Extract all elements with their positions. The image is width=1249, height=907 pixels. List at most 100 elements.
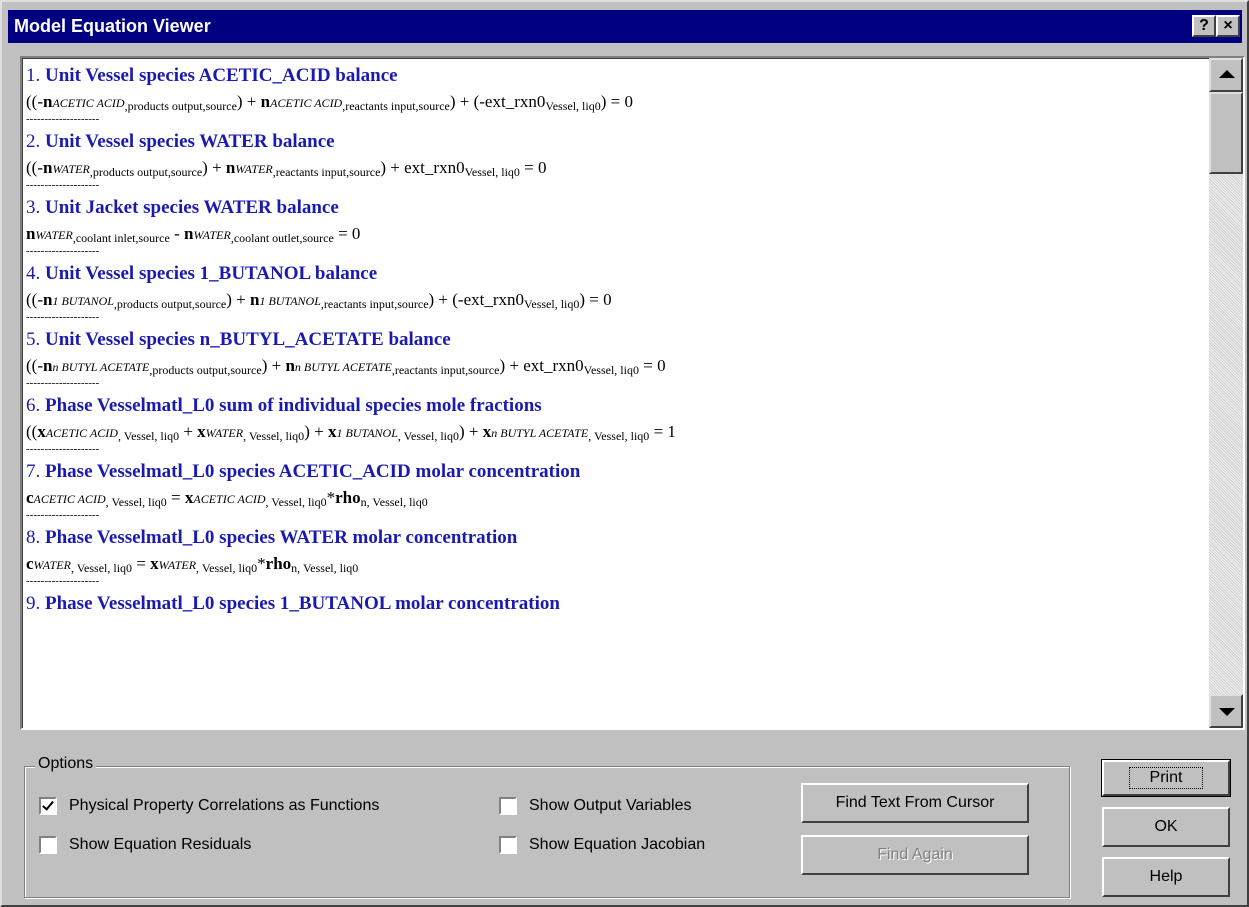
formula-species: n BUTYL ACETATE: [294, 360, 392, 374]
formula-species: ACETIC ACID: [270, 96, 343, 110]
formula-text: ((-: [26, 158, 43, 177]
equation-title: 5. Unit Vessel species n_BUTYL_ACETATE b…: [26, 326, 1206, 354]
equation-number: 2.: [26, 131, 41, 152]
equation-entry: 8. Phase Vesselmatl_L0 species WATER mol…: [26, 524, 1206, 590]
show-jacobian-checkbox[interactable]: Show Equation Jacobian: [499, 834, 705, 856]
equation-name: Phase Vesselmatl_L0 species ACETIC_ACID …: [45, 461, 581, 482]
separator-line: --------------------: [26, 377, 100, 389]
find-again-button[interactable]: Find Again: [801, 835, 1029, 875]
equation-title: 3. Unit Jacket species WATER balance: [26, 194, 1206, 222]
equation-title: 8. Phase Vesselmatl_L0 species WATER mol…: [26, 524, 1206, 552]
physical-property-checkbox[interactable]: Physical Property Correlations as Functi…: [39, 795, 379, 817]
separator-line: --------------------: [26, 311, 100, 323]
formula-text: ) +: [304, 422, 328, 441]
formula-species: ACETIC ACID: [45, 426, 118, 440]
equation-entry: 3. Unit Jacket species WATER balance nWAT…: [26, 194, 1206, 260]
formula-subscript: ,reactants input,source: [320, 297, 429, 311]
formula-text: = 0: [333, 224, 361, 243]
formula-species: WATER: [205, 426, 244, 440]
separator-line: --------------------: [26, 575, 100, 587]
equation-name: Phase Vesselmatl_L0 sum of individual sp…: [45, 395, 542, 416]
formula-text: ) = 0: [600, 92, 633, 111]
equation-number: 5.: [26, 329, 41, 350]
equation-formula: ((-nWATER,products output,source) + nWAT…: [26, 156, 1206, 180]
formula-species: 1 BUTANOL: [336, 426, 398, 440]
equation-name: Unit Vessel species ACETIC_ACID balance: [45, 65, 398, 86]
equation-number: 9.: [26, 593, 41, 614]
formula-species: WATER: [52, 162, 90, 176]
formula-text: ) +: [459, 422, 483, 441]
check-icon: [42, 798, 54, 811]
equation-list-box[interactable]: 1. Unit Vessel species ACETIC_ACID balan…: [20, 56, 1245, 730]
formula-subscript: ,reactants input,source: [342, 99, 450, 113]
formula-variable: c: [26, 488, 34, 507]
equation-formula: cACETIC ACID, Vessel, liq0 = xACETIC ACI…: [26, 486, 1206, 510]
scroll-thumb[interactable]: [1209, 92, 1243, 174]
close-icon[interactable]: ×: [1216, 15, 1240, 37]
equation-entry: 5. Unit Vessel species n_BUTYL_ACETATE b…: [26, 326, 1206, 392]
separator-line: --------------------: [26, 179, 100, 191]
formula-subscript: ,reactants input,source: [272, 165, 381, 179]
options-group: Options Physical Property Correlations a…: [24, 755, 1070, 898]
equation-number: 4.: [26, 263, 41, 284]
formula-text: *: [257, 554, 266, 573]
equation-entry: 6. Phase Vesselmatl_L0 sum of individual…: [26, 392, 1206, 458]
formula-text: ) +: [261, 356, 286, 375]
checkbox-label: Show Equation Jacobian: [529, 836, 706, 853]
arrow-down-icon: [1219, 708, 1235, 716]
vertical-scrollbar[interactable]: [1209, 58, 1243, 728]
show-residuals-checkbox[interactable]: Show Equation Residuals: [39, 834, 251, 856]
formula-species: WATER: [235, 162, 273, 176]
help-question-icon[interactable]: ?: [1192, 15, 1216, 37]
scroll-up-button[interactable]: [1209, 58, 1243, 92]
print-button-label: Print: [1128, 767, 1204, 789]
options-legend: Options: [35, 755, 97, 773]
scroll-down-button[interactable]: [1209, 694, 1243, 728]
formula-subscript: n, Vessel, liq0: [291, 561, 359, 575]
formula-species: WATER: [193, 228, 231, 242]
formula-text: ) +: [236, 92, 261, 111]
equation-entry: 9. Phase Vesselmatl_L0 species 1_BUTANOL…: [26, 590, 1206, 656]
equation-entry: 1. Unit Vessel species ACETIC_ACID balan…: [26, 62, 1206, 128]
checkbox-box[interactable]: [39, 797, 57, 815]
find-text-from-cursor-button[interactable]: Find Text From Cursor: [801, 783, 1029, 823]
checkbox-label: Show Output Variables: [529, 797, 692, 814]
checkbox-box[interactable]: [499, 797, 517, 815]
formula-text: *: [326, 488, 336, 507]
formula-text: = 1: [649, 422, 676, 441]
checkbox-label: Show Equation Residuals: [69, 836, 252, 853]
equation-number: 8.: [26, 527, 41, 548]
equation-formula: ((-nn BUTYL ACETATE,products output,sour…: [26, 354, 1206, 378]
equation-number: 3.: [26, 197, 41, 218]
formula-text: ((-: [26, 356, 43, 375]
formula-subscript: , Vessel, liq0: [265, 495, 327, 509]
equation-title: 2. Unit Vessel species WATER balance: [26, 128, 1206, 156]
equation-title: 4. Unit Vessel species 1_BUTANOL balance: [26, 260, 1206, 288]
checkbox-box[interactable]: [499, 836, 517, 854]
formula-variable: x: [37, 422, 46, 441]
help-button[interactable]: Help: [1102, 857, 1230, 897]
equation-formula: nWATER,coolant inlet,source - nWATER,coo…: [26, 222, 1206, 246]
checkbox-label: Physical Property Correlations as Functi…: [69, 797, 380, 814]
formula-subscript: ,coolant outlet,source: [230, 231, 334, 245]
formula-variable: x: [482, 422, 492, 441]
equation-title: 6. Phase Vesselmatl_L0 sum of individual…: [26, 392, 1206, 420]
formula-variable: x: [150, 554, 159, 573]
formula-text: = 0: [638, 356, 666, 375]
formula-subscript: ,products output,source: [124, 99, 237, 113]
formula-variable: rho: [335, 488, 361, 507]
separator-line: --------------------: [26, 509, 100, 521]
formula-subscript: , Vessel, liq0: [105, 495, 167, 509]
ok-button[interactable]: OK: [1102, 807, 1230, 847]
equation-formula: ((-nACETIC ACID,products output,source) …: [26, 90, 1206, 114]
formula-text: ((-: [26, 92, 43, 111]
formula-text: =: [132, 554, 151, 573]
equation-formula: cWATER, Vessel, liq0 = xWATER, Vessel, l…: [26, 552, 1206, 576]
separator-line: --------------------: [26, 245, 100, 257]
show-output-variables-checkbox[interactable]: Show Output Variables: [499, 795, 691, 817]
checkbox-box[interactable]: [39, 836, 57, 854]
equation-entry: 7. Phase Vesselmatl_L0 species ACETIC_AC…: [26, 458, 1206, 524]
print-button[interactable]: Print: [1101, 759, 1231, 797]
formula-subscript: , Vessel, liq0: [117, 429, 180, 443]
equation-entry: 2. Unit Vessel species WATER balance ((-n…: [26, 128, 1206, 194]
